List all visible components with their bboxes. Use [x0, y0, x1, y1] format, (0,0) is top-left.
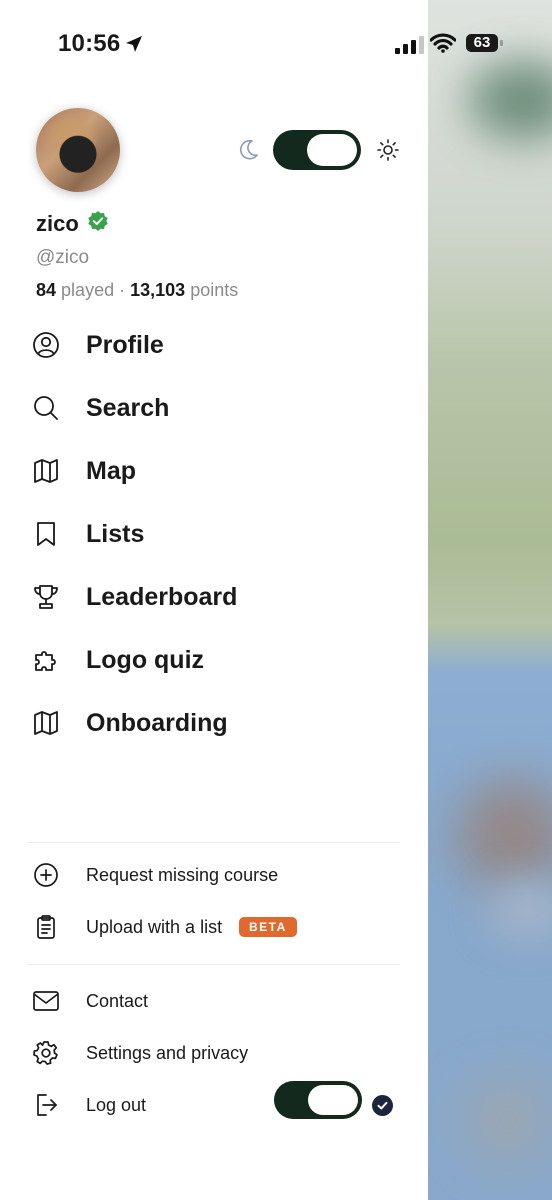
nav-item-lists[interactable]: Lists — [32, 514, 144, 554]
theme-toggle[interactable] — [273, 130, 361, 170]
toggle-knob — [308, 1085, 358, 1115]
nav-item-logo-quiz[interactable]: Logo quiz — [32, 640, 204, 680]
search-icon — [32, 394, 60, 422]
nav-item-search[interactable]: Search — [32, 388, 169, 428]
gear-icon — [32, 1039, 60, 1067]
avatar[interactable] — [36, 108, 120, 192]
divider — [28, 964, 400, 965]
request-missing-course-label: Request missing course — [86, 864, 279, 885]
status-time: 10:56 — [58, 30, 121, 57]
log-out-icon — [32, 1091, 60, 1119]
battery-indicator: 63 — [466, 34, 498, 52]
settings-privacy-label: Settings and privacy — [86, 1042, 249, 1063]
nav-label: Search — [86, 393, 170, 422]
user-stats: 84 played · 13,103 points — [36, 280, 238, 301]
toggle-knob — [307, 134, 357, 166]
points-count: 13,103 — [130, 280, 186, 300]
check-badge-icon — [372, 1095, 393, 1116]
request-missing-course-item[interactable]: Request missing course — [32, 858, 278, 892]
log-out-item[interactable]: Log out — [32, 1088, 146, 1122]
bookmark-icon — [32, 520, 60, 548]
settings-privacy-item[interactable]: Settings and privacy — [32, 1036, 248, 1070]
puzzle-icon — [32, 646, 60, 674]
blurred-background-content[interactable] — [428, 0, 552, 1200]
mail-icon — [32, 987, 60, 1015]
stats-separator: · — [119, 280, 126, 300]
clipboard-list-icon — [32, 913, 60, 941]
nav-item-map[interactable]: Map — [32, 451, 136, 491]
nav-item-profile[interactable]: Profile — [32, 325, 164, 365]
trophy-icon — [32, 583, 60, 611]
sun-icon — [376, 138, 400, 167]
username-row: zico — [36, 210, 109, 237]
nav-label: Profile — [86, 330, 164, 359]
upload-with-list-label: Upload with a list — [86, 916, 223, 937]
beta-badge: BETA — [239, 917, 297, 937]
bottom-toggle[interactable] — [274, 1081, 362, 1119]
nav-item-onboarding[interactable]: Onboarding — [32, 703, 228, 743]
nav-label: Lists — [86, 519, 145, 548]
map-icon — [32, 709, 60, 737]
side-drawer: 10:56 63 zico @zico 84 played · 13,103 p… — [0, 0, 503, 1200]
location-arrow-icon — [124, 34, 144, 59]
log-out-label: Log out — [86, 1094, 147, 1115]
username: zico — [36, 210, 79, 236]
divider — [28, 842, 400, 843]
map-icon — [32, 457, 60, 485]
points-label: points — [190, 280, 239, 300]
contact-label: Contact — [86, 990, 149, 1011]
moon-icon — [236, 138, 260, 167]
user-circle-icon — [32, 331, 60, 359]
cellular-signal-icon — [395, 36, 424, 54]
played-label: played — [61, 280, 115, 300]
user-handle: @zico — [36, 247, 90, 268]
nav-item-leaderboard[interactable]: Leaderboard — [32, 577, 237, 617]
battery-tip — [500, 40, 503, 46]
plus-circle-icon — [32, 861, 60, 889]
nav-label: Logo quiz — [86, 645, 205, 674]
verified-badge-icon — [87, 210, 109, 237]
upload-with-list-item[interactable]: Upload with a list — [32, 910, 222, 944]
contact-item[interactable]: Contact — [32, 984, 148, 1018]
nav-label: Map — [86, 456, 136, 485]
nav-label: Leaderboard — [86, 582, 238, 611]
wifi-icon — [429, 33, 457, 58]
nav-label: Onboarding — [86, 708, 228, 737]
played-count: 84 — [36, 280, 57, 300]
